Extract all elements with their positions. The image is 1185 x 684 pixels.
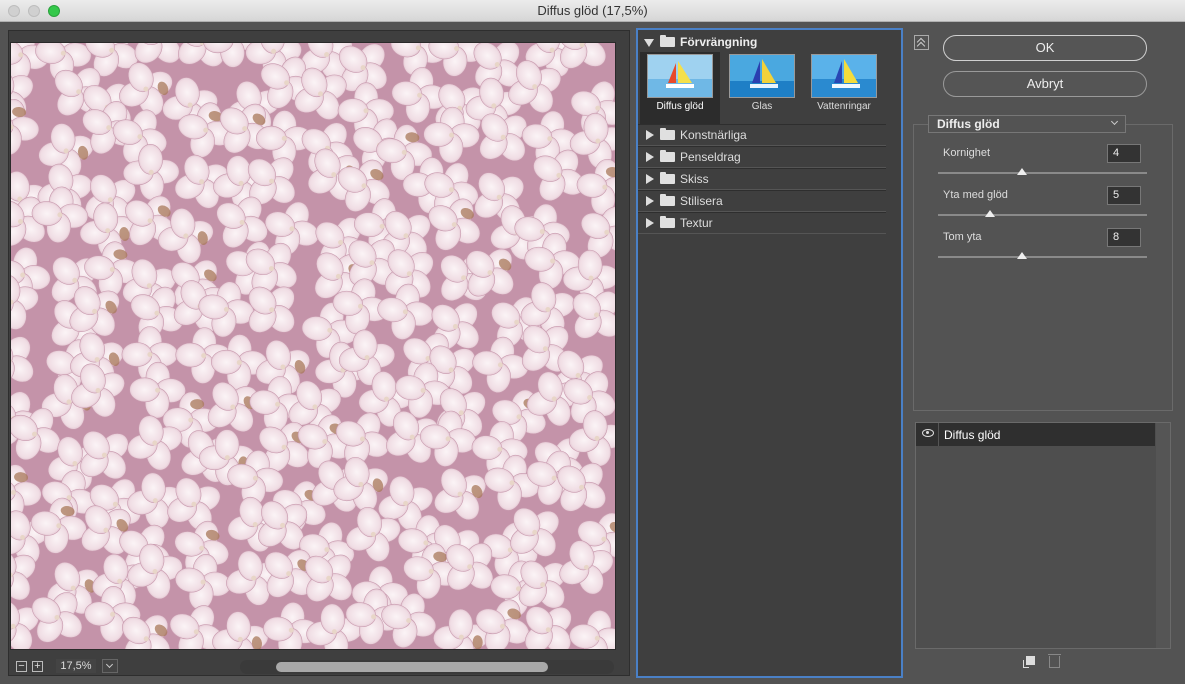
kornighet-slider[interactable] bbox=[938, 172, 1147, 174]
tom-yta-slider-thumb[interactable] bbox=[1016, 252, 1027, 259]
folder-icon bbox=[660, 216, 675, 228]
sailboat-thumbnail-icon bbox=[811, 54, 877, 98]
filter-thumb-label: Glas bbox=[751, 101, 773, 112]
category-label: Förvrängning bbox=[680, 35, 758, 49]
effect-layer-label: Diffus glöd bbox=[944, 428, 1001, 442]
collapse-gallery-icon[interactable] bbox=[914, 35, 929, 50]
collapsed-triangle-icon bbox=[646, 130, 654, 140]
param-label-tom-yta: Tom yta bbox=[943, 231, 982, 243]
new-effect-layer-icon[interactable] bbox=[1023, 656, 1035, 668]
sailboat-thumbnail-icon bbox=[647, 54, 713, 98]
folder-icon bbox=[660, 128, 675, 140]
ok-button[interactable]: OK bbox=[943, 35, 1147, 61]
visibility-eye-icon[interactable] bbox=[922, 429, 934, 437]
layer-divider bbox=[938, 423, 939, 446]
folder-icon bbox=[660, 150, 675, 162]
collapsed-triangle-icon bbox=[646, 218, 654, 228]
filter-select-value: Diffus glöd bbox=[937, 117, 1000, 131]
collapsed-triangle-icon bbox=[646, 174, 654, 184]
category-forvrangning[interactable]: Förvrängning bbox=[638, 32, 888, 52]
category-stilisera[interactable]: Stilisera bbox=[638, 190, 886, 212]
filter-select[interactable]: Diffus glöd bbox=[928, 115, 1126, 133]
scrollbar-thumb[interactable] bbox=[276, 662, 548, 672]
category-penseldrag[interactable]: Penseldrag bbox=[638, 146, 886, 168]
filter-thumbnails: Diffus glöd Glas Vattenringar bbox=[640, 52, 886, 124]
folder-icon bbox=[660, 35, 675, 47]
filter-thumb-diffus-glod[interactable]: Diffus glöd bbox=[640, 52, 720, 124]
filter-thumb-glas[interactable]: Glas bbox=[722, 52, 802, 124]
category-skiss[interactable]: Skiss bbox=[638, 168, 886, 190]
category-label: Skiss bbox=[680, 172, 709, 186]
cancel-button[interactable]: Avbryt bbox=[943, 71, 1147, 97]
param-label-kornighet: Kornighet bbox=[943, 147, 991, 159]
filter-thumb-vattenringar[interactable]: Vattenringar bbox=[804, 52, 884, 124]
zoom-in-button[interactable]: + bbox=[32, 661, 43, 672]
filter-gallery: Förvrängning Diffus glöd Glas Vattenring… bbox=[636, 28, 903, 678]
chevron-down-icon bbox=[1110, 117, 1119, 126]
title-bar: Diffus glöd (17,5%) bbox=[0, 0, 1185, 22]
category-textur[interactable]: Textur bbox=[638, 212, 886, 234]
sailboat-thumbnail-icon bbox=[729, 54, 795, 98]
param-label-yta-med-glod: Yta med glöd bbox=[943, 189, 1008, 201]
collapsed-triangle-icon bbox=[646, 196, 654, 206]
zoom-bar: − + 17,5% bbox=[10, 657, 614, 675]
kornighet-slider-thumb[interactable] bbox=[1016, 168, 1027, 175]
filter-settings-panel bbox=[913, 124, 1173, 411]
delete-effect-layer-icon[interactable] bbox=[1048, 654, 1061, 668]
collapsed-triangle-icon bbox=[646, 152, 654, 162]
category-konstnarliga[interactable]: Konstnärliga bbox=[638, 124, 886, 146]
category-label: Penseldrag bbox=[680, 150, 741, 164]
category-label: Stilisera bbox=[680, 194, 723, 208]
preview-image[interactable] bbox=[10, 42, 616, 650]
expand-triangle-icon bbox=[644, 39, 654, 47]
yta-med-glod-input[interactable]: 5 bbox=[1107, 186, 1141, 205]
filter-thumb-label: Diffus glöd bbox=[656, 101, 704, 112]
zoom-out-button[interactable]: − bbox=[16, 661, 27, 672]
hydrangea-photo bbox=[11, 43, 615, 649]
layers-scrollbar[interactable] bbox=[1156, 423, 1170, 648]
category-label: Konstnärliga bbox=[680, 128, 747, 142]
effect-layers-panel bbox=[915, 422, 1171, 649]
category-label: Textur bbox=[680, 216, 713, 230]
tom-yta-input[interactable]: 8 bbox=[1107, 228, 1141, 247]
tom-yta-slider[interactable] bbox=[938, 256, 1147, 258]
yta-med-glod-slider-thumb[interactable] bbox=[985, 210, 996, 217]
window-title: Diffus glöd (17,5%) bbox=[537, 3, 648, 18]
kornighet-input[interactable]: 4 bbox=[1107, 144, 1141, 163]
zoom-level: 17,5% bbox=[56, 659, 96, 673]
zoom-dropdown[interactable] bbox=[102, 659, 118, 673]
folder-icon bbox=[660, 194, 675, 206]
yta-med-glod-slider[interactable] bbox=[938, 214, 1147, 216]
folder-icon bbox=[660, 172, 675, 184]
filter-thumb-label: Vattenringar bbox=[817, 101, 871, 112]
